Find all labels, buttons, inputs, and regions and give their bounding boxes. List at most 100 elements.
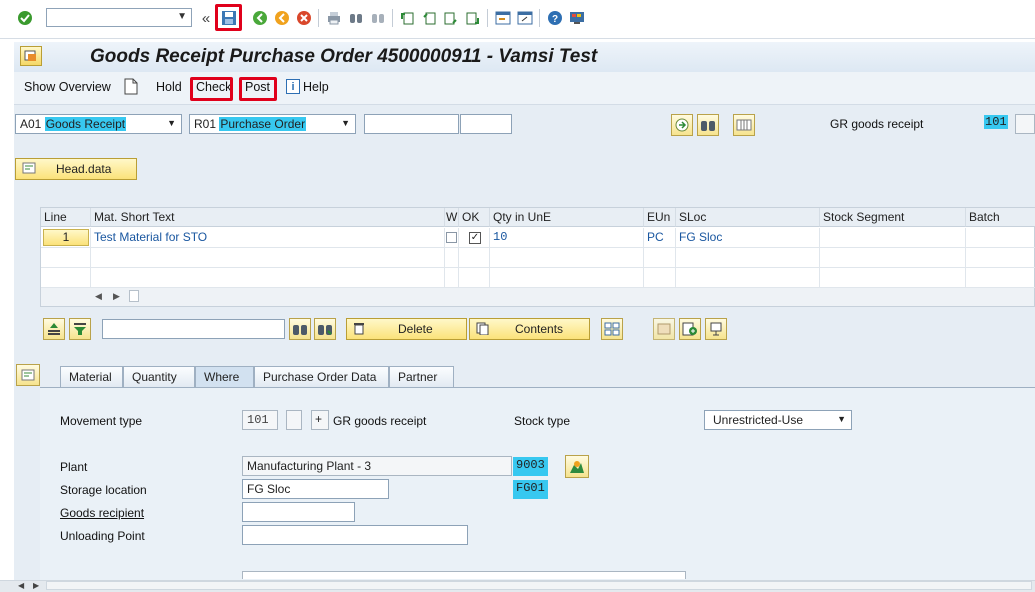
column-header[interactable]: Line <box>41 208 91 227</box>
column-header[interactable]: W <box>445 208 459 227</box>
checkmark-icon[interactable] <box>16 9 34 27</box>
material-text-cell[interactable]: Test Material for STO <box>91 228 445 248</box>
column-header[interactable]: Mat. Short Text <box>91 208 445 227</box>
new-document-icon[interactable] <box>124 78 138 98</box>
chevron-down-icon[interactable]: ▼ <box>177 11 187 22</box>
scroll-left-icon[interactable]: ◀ <box>95 291 102 302</box>
contents-button[interactable]: Contents <box>469 318 590 340</box>
tab-partner[interactable]: Partner <box>389 366 454 387</box>
table-cell[interactable] <box>644 268 676 288</box>
help-icon[interactable]: ? <box>546 9 564 27</box>
collapse-icon[interactable]: « <box>197 9 215 27</box>
unloading-point-field[interactable] <box>242 525 468 545</box>
shortcut-icon[interactable] <box>516 9 534 27</box>
scroll-right-icon[interactable]: ▶ <box>113 291 120 302</box>
chevron-down-icon[interactable]: ▼ <box>167 118 176 128</box>
plus-indicator[interactable]: + <box>311 410 329 430</box>
movement-type-field[interactable]: 101 <box>242 410 278 430</box>
table-cell[interactable] <box>459 248 490 268</box>
storage-location-field[interactable]: FG Sloc <box>242 479 389 499</box>
tab-material[interactable]: Material <box>60 366 123 387</box>
storage-location-code[interactable]: FG01 <box>513 480 548 499</box>
table-cell[interactable] <box>490 268 644 288</box>
new-session-icon[interactable] <box>494 9 512 27</box>
chevron-down-icon[interactable]: ▼ <box>341 118 350 128</box>
column-header[interactable]: SLoc <box>676 208 820 227</box>
execute-icon[interactable] <box>671 114 693 136</box>
columns-icon[interactable] <box>733 114 755 136</box>
table-row[interactable] <box>41 248 91 268</box>
movement-type-indicator[interactable] <box>286 410 302 430</box>
stock-segment-cell[interactable] <box>820 228 966 248</box>
copy-item-icon[interactable] <box>653 318 675 340</box>
show-overview-button[interactable]: Show Overview <box>24 80 111 94</box>
delete-button[interactable]: Delete <box>346 318 467 340</box>
select-all-icon[interactable] <box>601 318 623 340</box>
plant-name-field[interactable]: Manufacturing Plant - 3 <box>242 456 512 476</box>
back-icon[interactable] <box>251 9 269 27</box>
table-cell[interactable] <box>676 268 820 288</box>
column-header[interactable]: Batch <box>966 208 1035 227</box>
help-button[interactable]: Help <box>303 80 329 94</box>
sloc-cell[interactable]: FG Sloc <box>676 228 820 248</box>
info-icon[interactable]: i <box>286 79 300 94</box>
tab-quantity[interactable]: Quantity <box>123 366 195 387</box>
find-next-icon[interactable] <box>314 318 336 340</box>
find-icon[interactable] <box>347 9 365 27</box>
plant-details-icon[interactable] <box>565 455 589 478</box>
table-cell[interactable] <box>91 248 445 268</box>
action-dropdown[interactable]: A01 Goods Receipt ▼ <box>15 114 182 134</box>
customize-layout-icon[interactable] <box>568 9 586 27</box>
column-header[interactable]: Stock Segment <box>820 208 966 227</box>
tab-purchase-order-data[interactable]: Purchase Order Data <box>254 366 389 387</box>
scroll-right-icon[interactable]: ▶ <box>33 581 39 590</box>
scroll-track[interactable] <box>46 581 1032 590</box>
table-cell[interactable] <box>91 268 445 288</box>
purchase-order-input[interactable] <box>364 114 459 134</box>
exit-icon[interactable] <box>273 9 291 27</box>
details-icon[interactable] <box>705 318 727 340</box>
cancel-icon[interactable] <box>295 9 313 27</box>
next-page-icon[interactable] <box>442 9 460 27</box>
transaction-icon[interactable] <box>20 46 42 66</box>
table-cell[interactable] <box>445 268 459 288</box>
batch-cell[interactable] <box>966 228 1035 248</box>
table-row[interactable] <box>41 268 91 288</box>
quantity-cell[interactable]: 10 <box>490 228 644 248</box>
table-cell[interactable] <box>820 248 966 268</box>
stock-type-dropdown[interactable]: Unrestricted-Use ▼ <box>704 410 852 430</box>
scroll-thumb[interactable] <box>129 290 139 302</box>
horizontal-scrollbar[interactable]: ◀ ▶ <box>41 288 1034 306</box>
hold-button[interactable]: Hold <box>156 80 182 94</box>
table-cell[interactable] <box>966 268 1035 288</box>
first-page-icon[interactable] <box>398 9 416 27</box>
goods-recipient-field[interactable] <box>242 502 355 522</box>
command-field[interactable]: ▼ <box>46 8 192 27</box>
filter-icon[interactable] <box>69 318 91 340</box>
plant-code-field[interactable]: 9003 <box>513 457 548 476</box>
head-data-button[interactable]: Head.data <box>15 158 137 180</box>
find-icon[interactable] <box>289 318 311 340</box>
table-cell[interactable] <box>459 268 490 288</box>
print-icon[interactable] <box>325 9 343 27</box>
page-horizontal-scrollbar[interactable]: ◀ ▶ <box>0 580 1035 592</box>
table-cell[interactable] <box>676 248 820 268</box>
goods-recipient-label[interactable]: Goods recipient <box>60 506 144 520</box>
table-cell[interactable] <box>490 248 644 268</box>
table-cell[interactable] <box>966 248 1035 268</box>
table-cell[interactable] <box>644 248 676 268</box>
sort-ascending-icon[interactable] <box>43 318 65 340</box>
ok-checkbox[interactable]: ✓ <box>469 232 481 244</box>
add-item-icon[interactable] <box>679 318 701 340</box>
table-search-input[interactable] <box>102 319 285 339</box>
last-page-icon[interactable] <box>464 9 482 27</box>
special-stock-field[interactable] <box>1015 114 1035 134</box>
column-header[interactable]: OK <box>459 208 490 227</box>
find-next-icon[interactable] <box>369 9 387 27</box>
reference-dropdown[interactable]: R01 Purchase Order ▼ <box>189 114 356 134</box>
unit-cell[interactable]: PC <box>644 228 676 248</box>
w-checkbox[interactable] <box>446 232 457 243</box>
table-row[interactable]: 1 <box>41 228 91 248</box>
row-number[interactable]: 1 <box>43 229 89 246</box>
tab-where[interactable]: Where <box>195 366 254 387</box>
